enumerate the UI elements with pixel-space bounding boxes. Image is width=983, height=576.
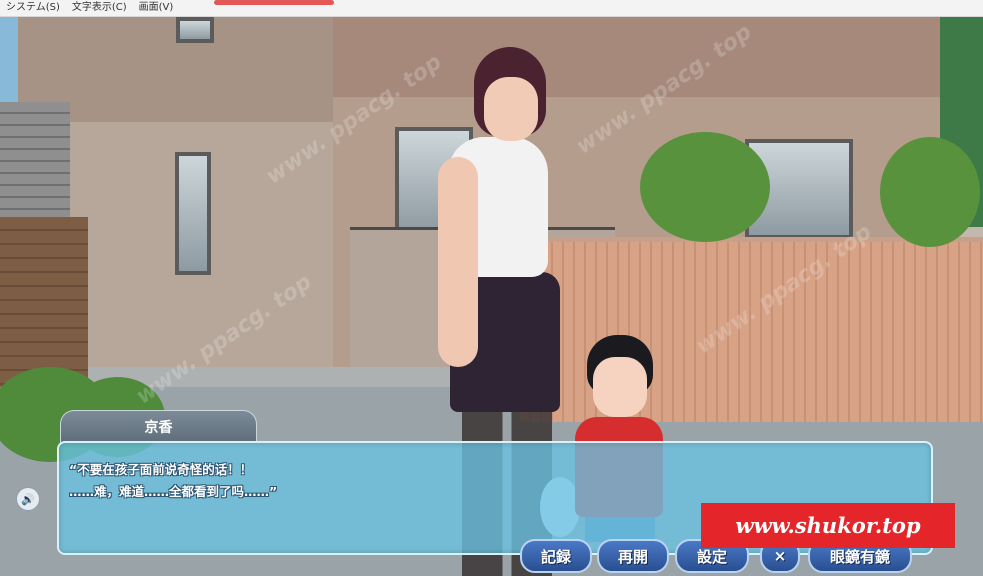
speaker-name-tab: 京香	[60, 410, 257, 443]
restart-button[interactable]: 再開	[597, 539, 669, 573]
voice-replay-button[interactable]: 🔊	[16, 487, 40, 511]
red-mark	[214, 0, 334, 5]
dialog-line-2: ……难，难道……全都看到了吗……”	[69, 484, 278, 499]
speaker-name: 京香	[144, 420, 173, 436]
menu-screen[interactable]: 画面(V)	[133, 0, 180, 16]
wooden-fence	[520, 242, 983, 422]
building-window	[176, 17, 214, 43]
log-button[interactable]: 記録	[520, 539, 592, 573]
tree	[640, 132, 770, 242]
building-window	[175, 152, 211, 275]
dialog-line-1: “不要在孩子面前说奇怪的话！！	[69, 462, 253, 477]
wooden-wall	[0, 217, 88, 387]
woman-arm	[438, 157, 478, 367]
tree	[880, 137, 980, 247]
menu-bar: システム(S) 文字表示(C) 画面(V)	[0, 0, 983, 17]
menu-text-display[interactable]: 文字表示(C)	[66, 0, 133, 16]
apartment-roof	[250, 17, 940, 97]
woman-face	[484, 77, 538, 141]
speaker-icon: 🔊	[21, 492, 35, 506]
watermark-banner: www.shukor.top	[701, 503, 955, 548]
boy-face	[593, 357, 647, 417]
menu-system[interactable]: システム(S)	[0, 0, 66, 16]
